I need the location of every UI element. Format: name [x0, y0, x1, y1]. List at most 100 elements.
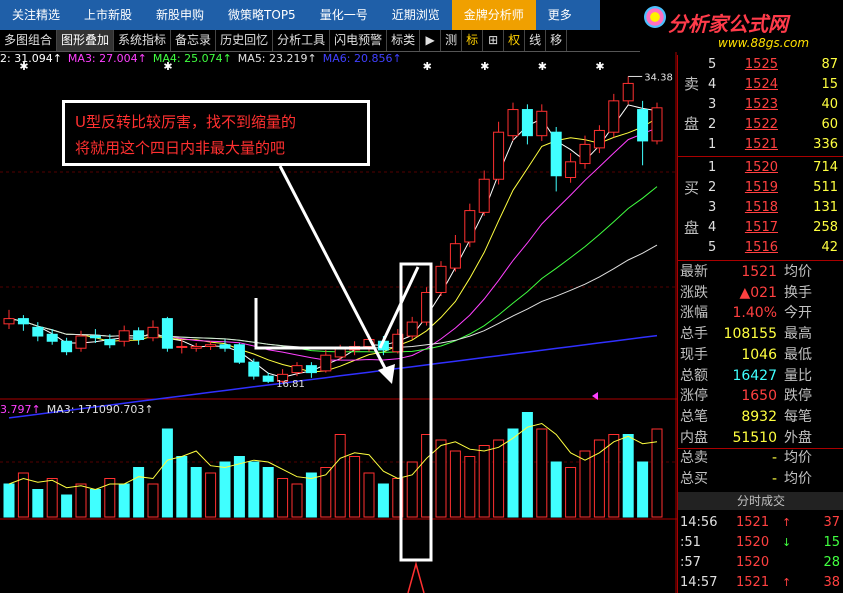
weight-icon[interactable]: 权 — [504, 30, 526, 51]
level: 5 — [708, 57, 717, 72]
quote-row: 最新 1521 均价 — [678, 262, 843, 282]
trade-row: :51 1520 ↓ 15 — [678, 533, 843, 553]
quote-value: - — [771, 471, 777, 487]
nav-tab-2[interactable]: 新股申购 — [144, 0, 216, 30]
quote-value: 1521 — [741, 264, 777, 280]
quantity: 714 — [813, 160, 838, 175]
buy-row: 1 1520 714 — [678, 158, 843, 178]
price[interactable]: 1521 — [726, 135, 778, 155]
quote-value: 108155 — [723, 326, 777, 343]
toolbar-button-2[interactable]: 系统指标 — [114, 30, 172, 51]
quote-value: 16427 — [732, 367, 777, 384]
price[interactable]: 1516 — [726, 238, 778, 258]
trade-time: 14:57 — [680, 575, 718, 590]
candle-32 — [464, 203, 476, 248]
toolbar-button-6[interactable]: 闪电预警 — [330, 30, 388, 51]
grid-icon[interactable]: ⊞ — [483, 30, 505, 51]
mark-icon[interactable]: 标 — [462, 30, 484, 51]
quote-row: 总买 - 均价 — [678, 469, 843, 489]
nav-tab-0[interactable]: 关注精选 — [0, 0, 72, 30]
price[interactable]: 1524 — [726, 75, 778, 95]
volume-bar-35 — [507, 428, 519, 518]
measure-icon[interactable]: 测 — [441, 30, 463, 51]
candle-35 — [507, 102, 519, 141]
quote-value: 1046 — [741, 346, 777, 363]
nav-tab-1[interactable]: 上市新股 — [72, 0, 144, 30]
annotation-line-1: U型反转比较厉害，找不到缩量的 — [75, 113, 296, 131]
price[interactable]: 1519 — [726, 178, 778, 198]
volume-bar-41 — [593, 439, 605, 518]
trade-volume: 37 — [823, 515, 840, 530]
candle-0 — [3, 309, 15, 330]
quantity: 258 — [813, 220, 838, 235]
play-icon[interactable]: ▶ — [420, 30, 442, 51]
book-divider — [678, 156, 843, 157]
quote-value: 51510 — [732, 429, 777, 446]
toolbar-button-0[interactable]: 多图组合 — [0, 30, 58, 51]
quote-value: 1.40% — [732, 305, 777, 322]
quote-key-2: 量比 — [784, 367, 812, 384]
quote-key: 内盘 — [680, 429, 708, 446]
quantity: 60 — [821, 117, 838, 132]
signal-star-2: ✱ — [423, 60, 432, 73]
volume-bar-16 — [233, 456, 245, 518]
toolbar-button-3[interactable]: 备忘录 — [171, 30, 217, 51]
flower-logo-icon — [644, 6, 666, 28]
price[interactable]: 1517 — [726, 218, 778, 238]
candle-34 — [493, 121, 505, 185]
volume-bar-17 — [248, 461, 260, 518]
price[interactable]: 1518 — [726, 198, 778, 218]
candle-21 — [305, 362, 317, 378]
volume-bar-44 — [637, 461, 649, 518]
trades-header[interactable]: 分时成交 — [678, 492, 843, 510]
buy-row: 5 1516 42 — [678, 238, 843, 258]
candle-12 — [176, 339, 188, 354]
level: 1 — [708, 160, 717, 175]
price[interactable]: 1523 — [726, 95, 778, 115]
ma-line-30 — [8, 244, 658, 349]
trade-volume: 38 — [823, 575, 840, 590]
volume-bar-8 — [118, 483, 130, 518]
price[interactable]: 1522 — [726, 115, 778, 135]
volume-bar-6 — [89, 489, 101, 518]
move-icon[interactable]: 移 — [546, 30, 568, 51]
buy-row: 3 1518 131 — [678, 198, 843, 218]
level: 5 — [708, 240, 717, 255]
toolbar-button-7[interactable]: 标类 — [387, 30, 421, 51]
nav-tab-6[interactable]: 金牌分析师 — [451, 0, 536, 30]
quote-key-2: 最低 — [784, 346, 812, 363]
quote-key: 涨跌 — [680, 284, 708, 301]
volume-bar-9 — [133, 467, 145, 518]
line-icon[interactable]: 线 — [525, 30, 547, 51]
candle-28 — [406, 316, 418, 340]
quote-key: 总卖 — [680, 450, 708, 467]
trade-row: 14:57 1521 ↑ 38 — [678, 573, 843, 593]
candle-20 — [291, 362, 303, 377]
quote-key: 最新 — [680, 264, 708, 280]
nav-tab-4[interactable]: 量化一号 — [308, 0, 380, 30]
volume-bar-20 — [291, 483, 303, 518]
level: 4 — [708, 77, 717, 92]
volume-bar-37 — [536, 428, 548, 518]
quote-key: 现手 — [680, 346, 708, 363]
trade-row: 14:56 1521 ↑ 37 — [678, 513, 843, 533]
nav-tab-3[interactable]: 微策略TOP5 — [216, 0, 308, 30]
volume-bar-0 — [3, 483, 15, 518]
quote-key: 涨停 — [680, 388, 708, 405]
level: 4 — [708, 220, 717, 235]
buy-row: 4 1517 258 — [678, 218, 843, 238]
nav-tab-7[interactable]: 更多 — [536, 0, 584, 30]
annotation-arrow-head — [378, 364, 395, 384]
trade-direction-icon: ↑ — [782, 516, 792, 529]
toolbar-button-5[interactable]: 分析工具 — [273, 30, 331, 51]
toolbar-button-1[interactable]: 图形叠加 — [57, 30, 115, 51]
nav-tab-5[interactable]: 近期浏览 — [380, 0, 452, 30]
volume-bar-26 — [377, 483, 389, 518]
quote-panel: 卖盘 5 1525 87 4 1524 15 3 1523 40 2 1522 60 1 1521 336 买盘… — [677, 55, 843, 593]
candle-33 — [478, 170, 490, 216]
trade-volume: 28 — [823, 555, 840, 570]
trade-direction-icon: ↑ — [782, 576, 792, 589]
toolbar-button-4[interactable]: 历史回忆 — [216, 30, 274, 51]
price[interactable]: 1520 — [726, 158, 778, 178]
price[interactable]: 1525 — [726, 55, 778, 75]
